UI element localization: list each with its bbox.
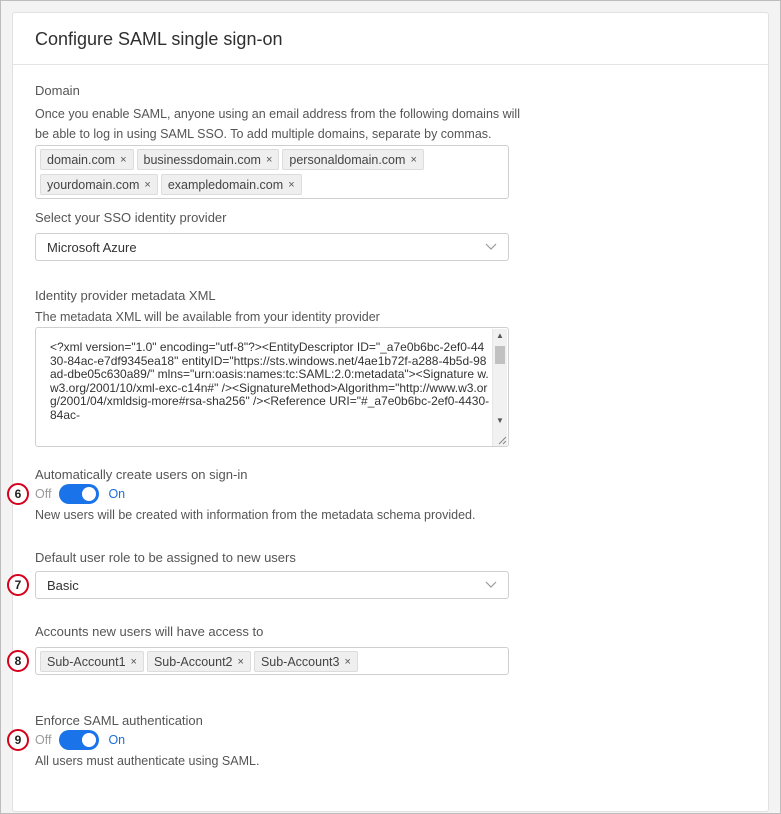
account-tag-label: Sub-Account3: [260, 654, 340, 669]
remove-icon[interactable]: ×: [131, 656, 137, 668]
scroll-up-icon[interactable]: ▲: [496, 331, 504, 340]
metadata-xml-content: <?xml version="1.0" encoding="utf-8"?><E…: [50, 340, 490, 422]
auto-create-on-label: On: [108, 487, 126, 501]
enforce-toggle-row: Off On: [35, 730, 125, 750]
textarea-scrollbar[interactable]: ▲ ▼: [492, 329, 507, 446]
remove-icon[interactable]: ×: [288, 179, 294, 191]
scrollbar-thumb[interactable]: [495, 346, 505, 364]
domain-tag-label: personaldomain.com: [289, 152, 406, 167]
scroll-down-icon[interactable]: ▼: [496, 416, 504, 425]
remove-icon[interactable]: ×: [144, 179, 150, 191]
accounts-tag-input[interactable]: Sub-Account1 × Sub-Account2 × Sub-Account3 ×: [35, 647, 509, 675]
domain-tag: domain.com ×: [40, 149, 134, 170]
callout-badge-6: 6: [7, 483, 29, 505]
account-tag: Sub-Account1 ×: [40, 651, 144, 672]
callout-badge-8: 8: [7, 650, 29, 672]
auto-create-toggle-row: Off On: [35, 484, 125, 504]
auto-create-label: Automatically create users on sign-in: [35, 467, 248, 482]
account-tag-label: Sub-Account2: [153, 654, 233, 669]
enforce-toggle[interactable]: [59, 730, 100, 750]
domain-tag: exampledomain.com ×: [160, 174, 302, 195]
account-tag-label: Sub-Account1: [47, 654, 126, 669]
enforce-label: Enforce SAML authentication: [35, 713, 203, 728]
screenshot-frame: Configure SAML single sign-on Domain Onc…: [0, 0, 781, 814]
domain-tag-label: exampledomain.com: [167, 177, 284, 192]
domain-tag: businessdomain.com ×: [136, 149, 280, 170]
auto-create-help: New users will be created with informati…: [35, 508, 476, 522]
page-title: Configure SAML single sign-on: [13, 13, 768, 65]
auto-create-off-label: Off: [35, 487, 52, 501]
enforce-on-label: On: [108, 733, 126, 747]
chevron-down-icon: [485, 243, 497, 250]
remove-icon[interactable]: ×: [120, 154, 126, 166]
idp-select[interactable]: Microsoft Azure: [35, 233, 509, 261]
accounts-label: Accounts new users will have access to: [35, 624, 264, 639]
domain-label: Domain: [35, 83, 80, 98]
toggle-knob: [82, 733, 97, 747]
remove-icon[interactable]: ×: [410, 154, 416, 166]
domain-tag-label: yourdomain.com: [47, 177, 140, 192]
domain-tag-input[interactable]: domain.com × businessdomain.com × personaldo…: [35, 145, 509, 199]
remove-icon[interactable]: ×: [344, 656, 350, 668]
toggle-knob: [82, 487, 97, 501]
metadata-help: The metadata XML will be available from …: [35, 310, 380, 324]
domain-tag: yourdomain.com ×: [40, 174, 158, 195]
account-tag: Sub-Account3 ×: [253, 651, 358, 672]
auto-create-toggle[interactable]: [59, 484, 100, 504]
enforce-help: All users must authenticate using SAML.: [35, 754, 260, 768]
role-select[interactable]: Basic: [35, 571, 509, 599]
enforce-off-label: Off: [35, 733, 52, 747]
metadata-label: Identity provider metadata XML: [35, 288, 216, 303]
domain-help: Once you enable SAML, anyone using an em…: [35, 107, 520, 141]
domain-tag-label: businessdomain.com: [143, 152, 261, 167]
role-select-value: Basic: [47, 578, 79, 593]
idp-select-value: Microsoft Azure: [47, 240, 137, 255]
role-label: Default user role to be assigned to new …: [35, 550, 296, 565]
callout-badge-7: 7: [7, 574, 29, 596]
idp-label: Select your SSO identity provider: [35, 210, 227, 225]
domain-tag: personaldomain.com ×: [282, 149, 424, 170]
metadata-xml-textarea[interactable]: <?xml version="1.0" encoding="utf-8"?><E…: [35, 327, 509, 447]
resize-handle-icon[interactable]: [495, 433, 507, 445]
chevron-down-icon: [485, 581, 497, 588]
callout-badge-9: 9: [7, 729, 29, 751]
remove-icon[interactable]: ×: [238, 656, 244, 668]
account-tag: Sub-Account2 ×: [146, 651, 251, 672]
saml-config-card: Configure SAML single sign-on Domain Onc…: [12, 12, 769, 812]
domain-tag-label: domain.com: [47, 152, 116, 167]
remove-icon[interactable]: ×: [266, 154, 272, 166]
